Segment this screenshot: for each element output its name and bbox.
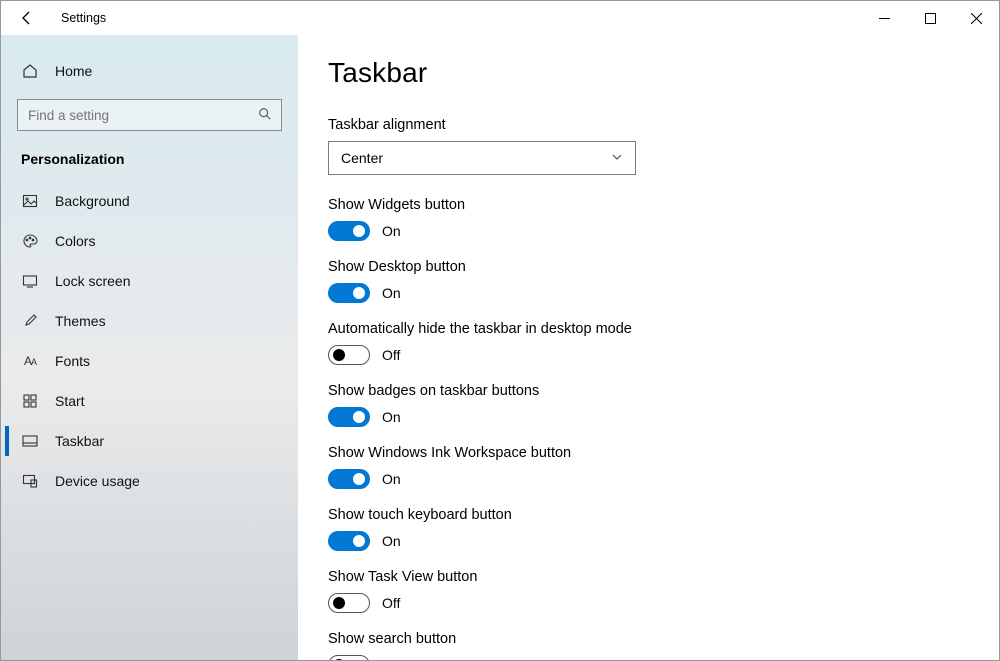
back-button[interactable] — [19, 10, 35, 26]
device-usage-icon — [21, 473, 39, 489]
start-icon — [21, 394, 39, 408]
sidebar-item-label: Themes — [55, 313, 106, 329]
settings-window: Settings Home Personalization Background — [0, 0, 1000, 661]
search-icon — [258, 107, 272, 126]
maximize-button[interactable] — [907, 1, 953, 35]
toggle-state: Off — [382, 657, 400, 660]
setting-row: Show Desktop button On — [328, 259, 969, 303]
setting-row: Show Task View button Off — [328, 569, 969, 613]
toggle-state: Off — [382, 347, 400, 363]
lock-screen-icon — [21, 273, 39, 289]
sidebar-section: Personalization — [7, 145, 292, 181]
window-title: Settings — [61, 11, 106, 25]
toggle-state: On — [382, 285, 401, 301]
taskbar-alignment-dropdown[interactable]: Center — [328, 141, 636, 175]
toggle-switch[interactable] — [328, 283, 370, 303]
setting-row: Show touch keyboard button On — [328, 507, 969, 551]
close-button[interactable] — [953, 1, 999, 35]
dropdown-label: Taskbar alignment — [328, 117, 969, 133]
toggle-switch[interactable] — [328, 593, 370, 613]
setting-row: Automatically hide the taskbar in deskto… — [328, 321, 969, 365]
search-field[interactable] — [17, 99, 282, 131]
toggle-state: On — [382, 533, 401, 549]
brush-icon — [21, 313, 39, 329]
setting-label: Show Task View button — [328, 569, 969, 585]
sidebar-item-colors[interactable]: Colors — [11, 222, 288, 260]
picture-icon — [21, 193, 39, 209]
sidebar-item-background[interactable]: Background — [11, 182, 288, 220]
taskbar-icon — [21, 435, 39, 447]
setting-label: Show badges on taskbar buttons — [328, 383, 969, 399]
toggle-state: On — [382, 409, 401, 425]
setting-label: Show Windows Ink Workspace button — [328, 445, 969, 461]
home-icon — [21, 63, 39, 79]
setting-row: Show Windows Ink Workspace button On — [328, 445, 969, 489]
sidebar-item-label: Colors — [55, 233, 95, 249]
sidebar-item-themes[interactable]: Themes — [11, 302, 288, 340]
content-area: Taskbar Taskbar alignment Center Show Wi… — [298, 35, 999, 660]
palette-icon — [21, 233, 39, 249]
sidebar-item-label: Background — [55, 193, 130, 209]
sidebar-item-lock-screen[interactable]: Lock screen — [11, 262, 288, 300]
toggle-state: Off — [382, 595, 400, 611]
sidebar-item-label: Taskbar — [55, 433, 104, 449]
dropdown-value: Center — [341, 150, 383, 166]
toggle-state: On — [382, 223, 401, 239]
setting-row: Show badges on taskbar buttons On — [328, 383, 969, 427]
toggle-switch[interactable] — [328, 655, 370, 660]
chevron-down-icon — [611, 150, 623, 166]
setting-label: Show search button — [328, 631, 969, 647]
page-title: Taskbar — [328, 57, 969, 89]
toggle-switch[interactable] — [328, 469, 370, 489]
toggle-switch[interactable] — [328, 345, 370, 365]
sidebar-home-label: Home — [55, 63, 92, 79]
setting-row: Show Widgets button On — [328, 197, 969, 241]
sidebar-item-label: Lock screen — [55, 273, 130, 289]
setting-row: Show search button Off — [328, 631, 969, 660]
toggle-switch[interactable] — [328, 221, 370, 241]
sidebar-home[interactable]: Home — [11, 52, 288, 90]
titlebar: Settings — [1, 1, 999, 35]
toggle-switch[interactable] — [328, 407, 370, 427]
window-controls — [861, 1, 999, 35]
setting-label: Show touch keyboard button — [328, 507, 969, 523]
sidebar-item-device-usage[interactable]: Device usage — [11, 462, 288, 500]
sidebar-item-fonts[interactable]: AA Fonts — [11, 342, 288, 380]
sidebar-item-start[interactable]: Start — [11, 382, 288, 420]
search-input[interactable] — [17, 99, 282, 131]
sidebar-item-label: Start — [55, 393, 85, 409]
sidebar-item-taskbar[interactable]: Taskbar — [11, 422, 288, 460]
setting-label: Show Widgets button — [328, 197, 969, 213]
setting-label: Show Desktop button — [328, 259, 969, 275]
minimize-button[interactable] — [861, 1, 907, 35]
toggle-switch[interactable] — [328, 531, 370, 551]
setting-label: Automatically hide the taskbar in deskto… — [328, 321, 969, 337]
sidebar-item-label: Device usage — [55, 473, 140, 489]
fonts-icon: AA — [21, 354, 39, 368]
toggle-state: On — [382, 471, 401, 487]
sidebar: Home Personalization Background Colors L… — [1, 35, 298, 660]
sidebar-item-label: Fonts — [55, 353, 90, 369]
